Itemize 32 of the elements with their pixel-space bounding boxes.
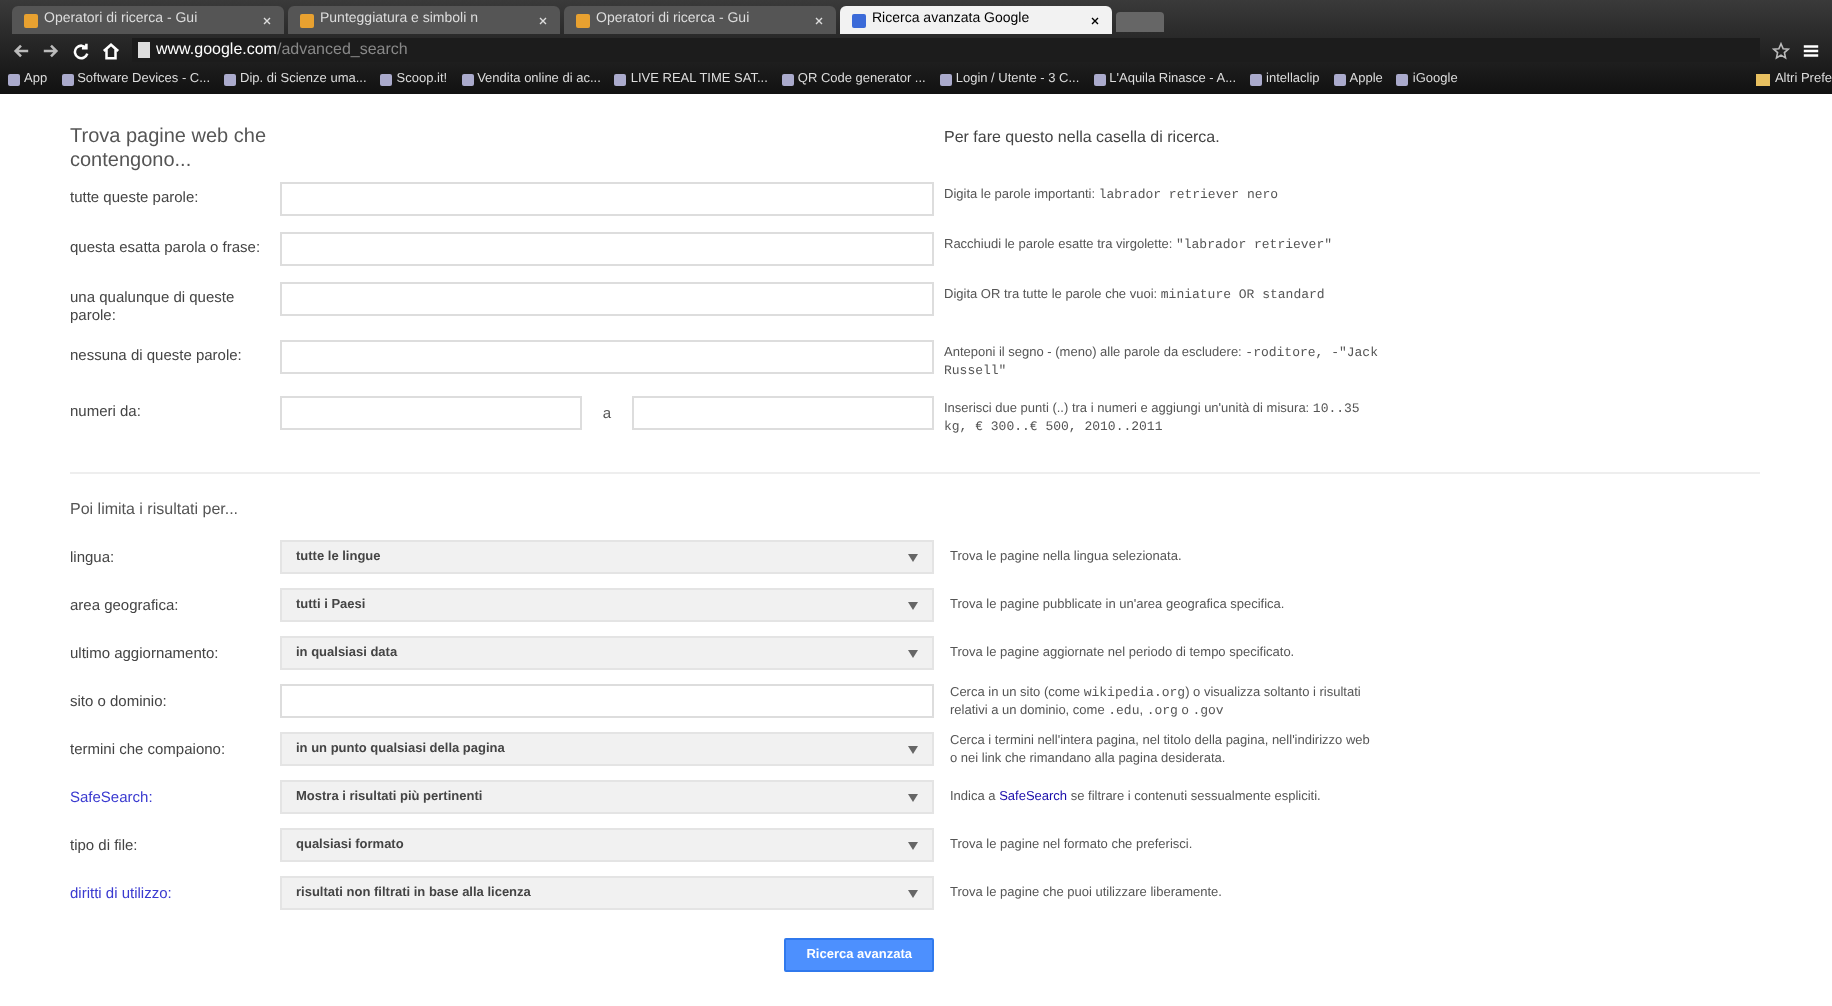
caret-icon [908, 649, 918, 657]
input-field[interactable] [280, 396, 583, 430]
input-field[interactable] [280, 282, 934, 316]
star-icon[interactable] [1772, 41, 1790, 59]
caret-icon [908, 841, 918, 849]
menu-icon[interactable] [1802, 41, 1820, 59]
page-icon [138, 42, 150, 58]
caret-icon [908, 745, 918, 753]
input-field[interactable] [280, 232, 934, 266]
input-field[interactable] [280, 684, 934, 718]
section-heading: Per fare questo nella casella di ricerca. [944, 126, 1220, 150]
input-field[interactable] [280, 182, 934, 216]
caret-icon [908, 553, 918, 561]
section-heading: Poi limita i risultati per... [70, 498, 241, 522]
reload-icon[interactable] [72, 41, 90, 59]
caret-icon [908, 793, 918, 801]
back-icon[interactable] [12, 41, 30, 59]
input-field[interactable] [631, 396, 935, 430]
favicon-icon [300, 13, 314, 27]
caret-icon [908, 889, 918, 897]
favicon-icon [24, 13, 38, 27]
favicon-icon [576, 13, 590, 27]
input-field[interactable] [280, 340, 934, 374]
favicon-icon [852, 13, 866, 27]
close-icon[interactable] [1090, 15, 1100, 25]
url-path: /advanced_search [276, 38, 408, 62]
address-bar[interactable]: www.google.com/advanced_search [132, 38, 1760, 62]
section-heading: Trova pagine web che contengono... [70, 126, 269, 174]
forward-icon[interactable] [42, 41, 60, 59]
url-host: www.google.com [156, 38, 277, 62]
caret-icon [908, 601, 918, 609]
home-icon[interactable] [102, 41, 120, 59]
